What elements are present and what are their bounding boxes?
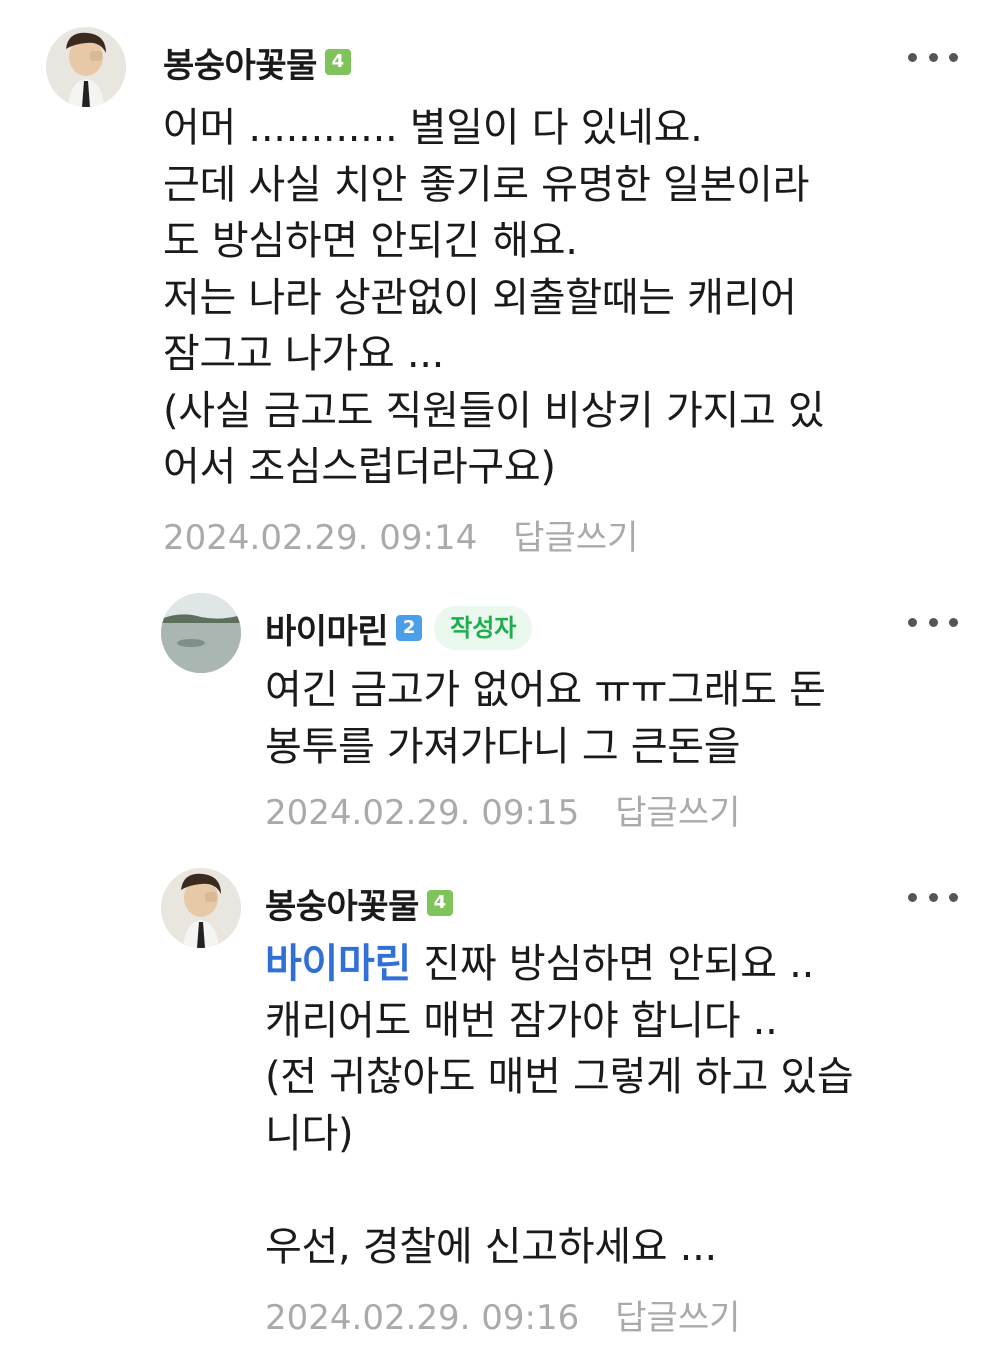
more-icon[interactable] [908,887,958,907]
text-line: 바이마린 진짜 방심하면 안되요 .. [265,936,853,993]
timestamp: 2024.02.29. 09:16 [265,1298,580,1338]
comment-meta: 2024.02.29. 09:16 답글쓰기 [265,1290,740,1339]
text-line: (전 귀찮아도 매번 그렇게 하고 있습 [265,1054,854,1100]
text-line [265,1162,853,1219]
comment-3: 봉숭아꽃물 4 바이마린 진짜 방심하면 안되요 .. 캐리어도 매번 잠가야 … [0,0,1000,1365]
nickname[interactable]: 봉숭아꽃물 [265,879,419,928]
text-fragment: 진짜 방심하면 안되요 .. [411,941,814,987]
comment-text: 바이마린 진짜 방심하면 안되요 .. 캐리어도 매번 잠가야 합니다 .. (… [265,936,854,1275]
mention-link[interactable]: 바이마린 [265,941,411,987]
reply-button[interactable]: 답글쓰기 [615,1298,740,1338]
text-line: 캐리어도 매번 잠가야 합니다 .. [265,997,778,1044]
avatar[interactable] [161,868,241,948]
text-line: 니다) [265,1110,354,1157]
profile-photo-person-icon [161,868,241,948]
text-line: 우선, 경찰에 신고하세요 ... [265,1223,717,1270]
level-badge: 4 [426,890,453,916]
